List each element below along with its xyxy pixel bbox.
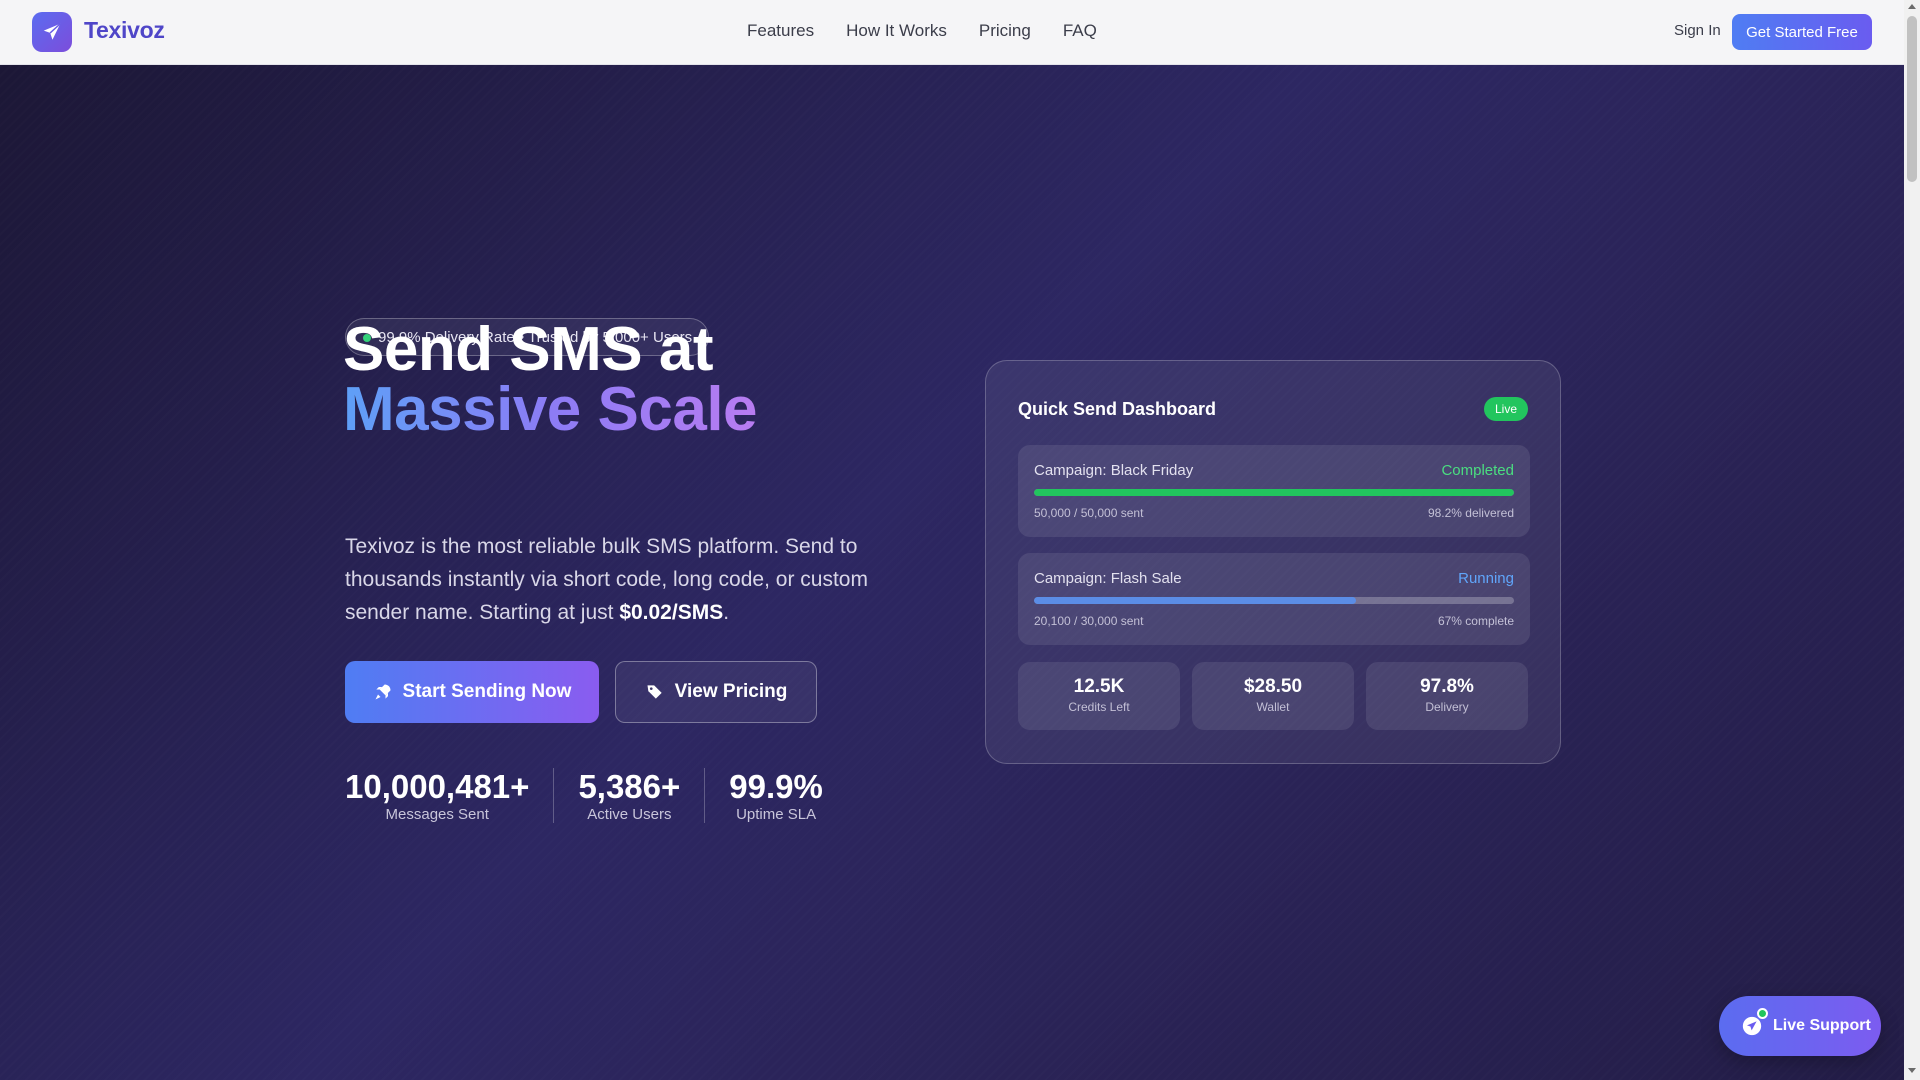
- live-badge: Live: [1483, 397, 1528, 421]
- online-indicator: [1757, 1008, 1768, 1019]
- hero-stats: 10,000,481+ Messages Sent 5,386+ Active …: [345, 768, 847, 823]
- nav-item-pricing[interactable]: Pricing: [979, 21, 1031, 41]
- stat-value: 5,386+: [578, 768, 681, 805]
- campaign-sent: 20,100 / 30,000 sent: [1034, 614, 1144, 628]
- metric-label: Credits Left: [1068, 700, 1130, 714]
- brand-name[interactable]: Texivoz: [84, 17, 165, 44]
- campaign-name: Campaign: Black Friday: [1034, 462, 1194, 479]
- live-support-label: Live Support: [1773, 1017, 1871, 1034]
- rocket-icon: [375, 684, 391, 700]
- metric-value: $28.50: [1243, 676, 1303, 697]
- live-support-button[interactable]: Live Support: [1719, 996, 1881, 1056]
- hero-title: Send SMS at Massive Scale: [343, 315, 758, 444]
- hero-description: Texivoz is the most reliable bulk SMS pl…: [345, 530, 905, 629]
- stat-active-users: 5,386+ Active Users: [553, 768, 704, 823]
- page-scrollbar[interactable]: [1904, 0, 1920, 1080]
- tags-icon: [647, 685, 662, 699]
- get-started-button[interactable]: Get Started Free: [1732, 14, 1872, 50]
- stat-label: Messages Sent: [385, 806, 489, 823]
- campaign-card-black-friday[interactable]: Campaign: Black Friday Completed 50,000 …: [1018, 445, 1530, 537]
- hero-section: 99.9% Delivery Rate • Trusted by 5,000+ …: [0, 65, 1904, 1080]
- view-pricing-label: View Pricing: [674, 681, 788, 702]
- campaign-progress-bar: [1034, 597, 1514, 604]
- lead-text: Texivoz is the most reliable bulk SMS pl…: [345, 535, 868, 624]
- campaign-progress-bar: [1034, 489, 1514, 496]
- stat-messages-sent: 10,000,481+ Messages Sent: [345, 768, 553, 823]
- metric-delivery: 97.8% Delivery: [1366, 662, 1528, 730]
- nav-item-features[interactable]: Features: [747, 21, 814, 41]
- hero-title-line1: Send SMS at: [343, 315, 714, 384]
- campaign-sent: 50,000 / 50,000 sent: [1034, 506, 1144, 520]
- start-sending-label: Start Sending Now: [402, 681, 572, 702]
- scroll-down-arrow-icon[interactable]: [1908, 1068, 1916, 1073]
- campaign-progress-fill: [1034, 597, 1356, 604]
- stat-value: 10,000,481+: [345, 768, 530, 805]
- nav-item-faq[interactable]: FAQ: [1063, 21, 1097, 41]
- paper-plane-icon: [43, 23, 61, 40]
- sign-in-link[interactable]: Sign In: [1674, 22, 1721, 39]
- stat-uptime: 99.9% Uptime SLA: [704, 768, 847, 823]
- metric-label: Wallet: [1256, 700, 1290, 714]
- campaign-progress-fill: [1034, 489, 1514, 496]
- campaign-status: Completed: [1441, 462, 1514, 479]
- logo[interactable]: [32, 12, 72, 52]
- view-pricing-button[interactable]: View Pricing: [615, 661, 817, 723]
- metric-value: 12.5K: [1073, 676, 1125, 697]
- campaign-card-flash-sale[interactable]: Campaign: Flash Sale Running 20,100 / 30…: [1018, 553, 1530, 645]
- site-header: Texivoz Features How It Works Pricing FA…: [0, 0, 1904, 65]
- metric-wallet: $28.50 Wallet: [1192, 662, 1354, 730]
- metric-credits-left: 12.5K Credits Left: [1018, 662, 1180, 730]
- scroll-thumb[interactable]: [1907, 16, 1917, 182]
- start-sending-button[interactable]: Start Sending Now: [345, 661, 599, 723]
- metric-value: 97.8%: [1420, 676, 1474, 697]
- dashboard-title: Quick Send Dashboard: [1018, 399, 1217, 419]
- campaign-detail: 98.2% delivered: [1427, 506, 1514, 520]
- main-nav: Features How It Works Pricing FAQ: [747, 21, 1097, 41]
- lead-end: .: [723, 601, 730, 624]
- stat-value: 99.9%: [729, 768, 823, 805]
- campaign-name: Campaign: Flash Sale: [1034, 570, 1182, 587]
- hero-title-line2: Massive Scale: [343, 375, 758, 444]
- campaign-status: Running: [1458, 570, 1514, 587]
- metric-label: Delivery: [1425, 700, 1469, 714]
- nav-item-how-it-works[interactable]: How It Works: [846, 21, 947, 41]
- campaign-detail: 67% complete: [1437, 614, 1514, 628]
- quick-send-dashboard: Quick Send Dashboard Live Campaign: Blac…: [985, 360, 1561, 764]
- scroll-up-arrow-icon[interactable]: [1908, 4, 1916, 9]
- stat-label: Active Users: [587, 806, 672, 823]
- stat-label: Uptime SLA: [736, 806, 817, 823]
- lead-price: $0.02/SMS: [619, 601, 724, 624]
